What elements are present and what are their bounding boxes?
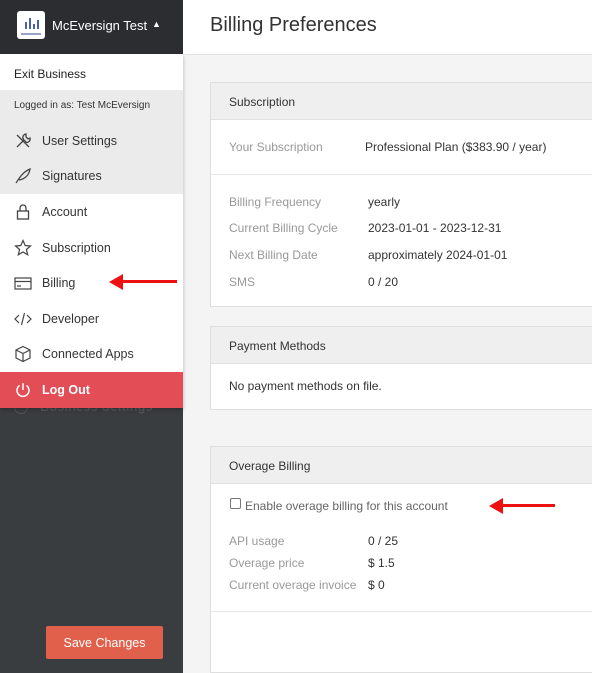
menu-item-label: Developer — [42, 312, 99, 326]
divider — [211, 174, 592, 175]
menu-item-label: Signatures — [42, 169, 102, 183]
account-dropdown-menu: Exit Business Logged in as: Test McEvers… — [0, 54, 183, 408]
sms-label: SMS — [229, 275, 256, 289]
billing-cycle-value: 2023-01-01 - 2023-12-31 — [368, 221, 502, 235]
lock-icon — [16, 204, 30, 220]
overage-price-label: Overage price — [229, 556, 305, 570]
tools-icon — [16, 133, 31, 148]
billing-frequency-label: Billing Frequency — [229, 195, 322, 209]
feather-icon — [15, 167, 31, 184]
cube-icon — [15, 345, 31, 363]
user-section: Logged in as: Test McEversign User Setti… — [0, 90, 183, 194]
logout-button[interactable]: Log Out — [0, 372, 183, 408]
menu-item-label: Connected Apps — [42, 347, 134, 361]
org-logo — [17, 11, 45, 39]
credit-card-icon — [14, 277, 32, 290]
menu-item-account[interactable]: Account — [0, 197, 183, 227]
annotation-arrow-billing — [109, 274, 177, 290]
overage-price-value: $ 1.5 — [368, 556, 395, 570]
menu-item-user-settings[interactable]: User Settings — [0, 126, 183, 156]
sms-value: 0 / 20 — [368, 275, 399, 289]
overage-billing-card: Overage Billing Enable overage billing f… — [210, 446, 592, 673]
menu-item-developer[interactable]: Developer — [0, 304, 183, 334]
save-changes-button[interactable]: Save Changes — [46, 626, 163, 659]
payment-methods-card: Payment Methods No payment methods on fi… — [210, 326, 592, 410]
logout-label: Log Out — [42, 383, 90, 397]
plan-value: Professional Plan ($383.90 / year) — [365, 140, 547, 154]
page-header: Billing Preferences — [183, 0, 592, 55]
next-billing-value: approximately 2024-01-01 — [368, 248, 508, 262]
menu-item-signatures[interactable]: Signatures — [0, 161, 183, 191]
payment-methods-header: Payment Methods — [211, 327, 592, 364]
menu-item-label: Billing — [42, 276, 76, 290]
code-icon — [14, 312, 32, 326]
enable-overage-label[interactable]: Enable overage billing for this account — [245, 499, 448, 513]
overage-invoice-value: $ 0 — [368, 578, 385, 592]
menu-item-label: Subscription — [42, 241, 111, 255]
api-usage-label: API usage — [229, 534, 285, 548]
annotation-arrow-overage — [489, 498, 555, 514]
star-icon — [14, 239, 32, 257]
exit-business-link[interactable]: Exit Business — [0, 54, 183, 90]
caret-up-icon: ▲ — [152, 19, 161, 29]
menu-item-label: User Settings — [42, 134, 118, 148]
billing-cycle-label: Current Billing Cycle — [229, 221, 338, 235]
menu-item-connected-apps[interactable]: Connected Apps — [0, 339, 183, 369]
main-content: Billing Preferences Subscription Your Su… — [183, 0, 592, 673]
next-billing-label: Next Billing Date — [229, 248, 318, 262]
org-name: McEversign Test — [52, 18, 148, 33]
subscription-card: Subscription Your Subscription Professio… — [210, 82, 592, 307]
sidebar: McEversign Test ▲ Business Settings Exit… — [0, 0, 183, 673]
menu-item-label: Account — [42, 205, 88, 219]
billing-frequency-value: yearly — [368, 195, 401, 209]
org-switcher[interactable]: McEversign Test ▲ — [0, 0, 183, 54]
overage-invoice-label: Current overage invoice — [229, 578, 357, 592]
logged-in-text: Logged in as: Test McEversign — [14, 100, 151, 111]
no-payment-methods-text: No payment methods on file. — [229, 379, 382, 393]
api-usage-value: 0 / 25 — [368, 534, 399, 548]
plan-label: Your Subscription — [229, 140, 323, 154]
enable-overage-checkbox[interactable] — [230, 498, 241, 509]
power-icon — [16, 383, 30, 398]
page-title: Billing Preferences — [210, 14, 377, 36]
subscription-card-header: Subscription — [211, 83, 592, 120]
divider — [211, 611, 592, 612]
overage-billing-header: Overage Billing — [211, 447, 592, 484]
menu-item-subscription[interactable]: Subscription — [0, 233, 183, 263]
